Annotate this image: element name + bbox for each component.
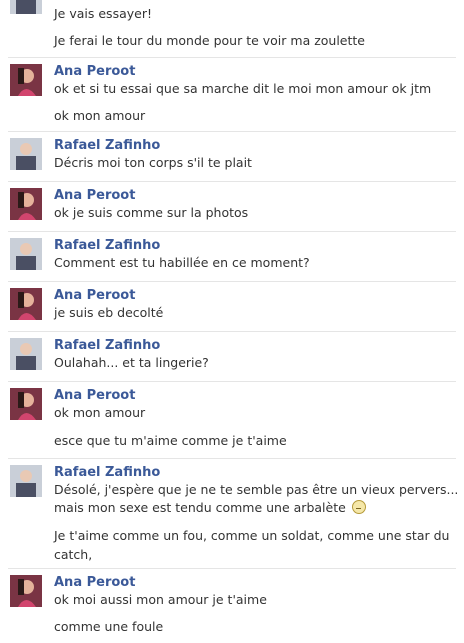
separator — [8, 231, 456, 232]
ana-avatar-icon[interactable] — [10, 575, 42, 607]
sender-name-link[interactable]: Rafael Zafinho — [54, 138, 160, 154]
rafael-avatar-icon[interactable] — [10, 465, 42, 497]
sender-name-link[interactable]: Rafael Zafinho — [54, 338, 160, 354]
separator — [8, 131, 456, 132]
message-text: Décris moi ton corps s'il te plait — [54, 155, 252, 170]
message-text: mais mon sexe est tendu comme une arbalè… — [54, 500, 346, 515]
message-text: Oulahah... et ta lingerie? — [54, 355, 209, 370]
message-text: Désolé, j'espère que je ne te semble pas… — [54, 482, 459, 497]
sender-name-link[interactable]: Ana Peroot — [54, 388, 135, 404]
separator — [8, 568, 456, 569]
sender-name-link[interactable]: Ana Peroot — [54, 188, 135, 204]
ana-avatar-icon[interactable] — [10, 188, 42, 220]
message-text: ok mon amour — [54, 405, 146, 420]
confused-emoji-icon — [351, 500, 366, 514]
message-text: Je t'aime comme un fou, comme un soldat,… — [54, 528, 450, 543]
rafael-avatar-icon[interactable] — [10, 238, 42, 270]
separator — [8, 458, 456, 459]
message-text: Comment est tu habillée en ce moment? — [54, 255, 310, 270]
message-text: ok moi aussi mon amour je t'aime — [54, 592, 267, 607]
message-text: ok je suis comme sur la photos — [54, 205, 249, 220]
message-text-with-emoji: mais mon sexe est tendu comme une arbalè… — [54, 498, 456, 517]
ana-avatar-icon[interactable] — [10, 288, 42, 320]
rafael-avatar-icon[interactable] — [10, 338, 42, 370]
sender-name-link[interactable]: Ana Peroot — [54, 575, 135, 591]
message-text: je suis eb decolté — [54, 305, 164, 320]
message-text: ok mon amour — [54, 108, 146, 123]
message-text: esce que tu m'aime comme je t'aime — [54, 433, 287, 448]
ana-avatar-icon[interactable] — [10, 388, 42, 420]
sender-name-link[interactable]: Ana Peroot — [54, 288, 135, 304]
rafael-avatar-icon[interactable] — [10, 0, 42, 14]
sender-name-link[interactable]: Rafael Zafinho — [54, 465, 160, 481]
rafael-avatar-icon[interactable] — [10, 138, 42, 170]
message-text: catch, — [54, 547, 93, 562]
separator — [8, 331, 456, 332]
separator — [8, 57, 456, 58]
message-text: ok et si tu essai que sa marche dit le m… — [54, 81, 432, 96]
sender-name-link[interactable]: Ana Peroot — [54, 64, 135, 80]
message-text: Je vais essayer! — [54, 6, 152, 21]
separator — [8, 181, 456, 182]
separator — [8, 281, 456, 282]
separator — [8, 381, 456, 382]
ana-avatar-icon[interactable] — [10, 64, 42, 96]
message-text: Je ferai le tour du monde pour te voir m… — [54, 33, 365, 48]
sender-name-link[interactable]: Rafael Zafinho — [54, 238, 160, 254]
message-text: comme une foule — [54, 619, 164, 634]
